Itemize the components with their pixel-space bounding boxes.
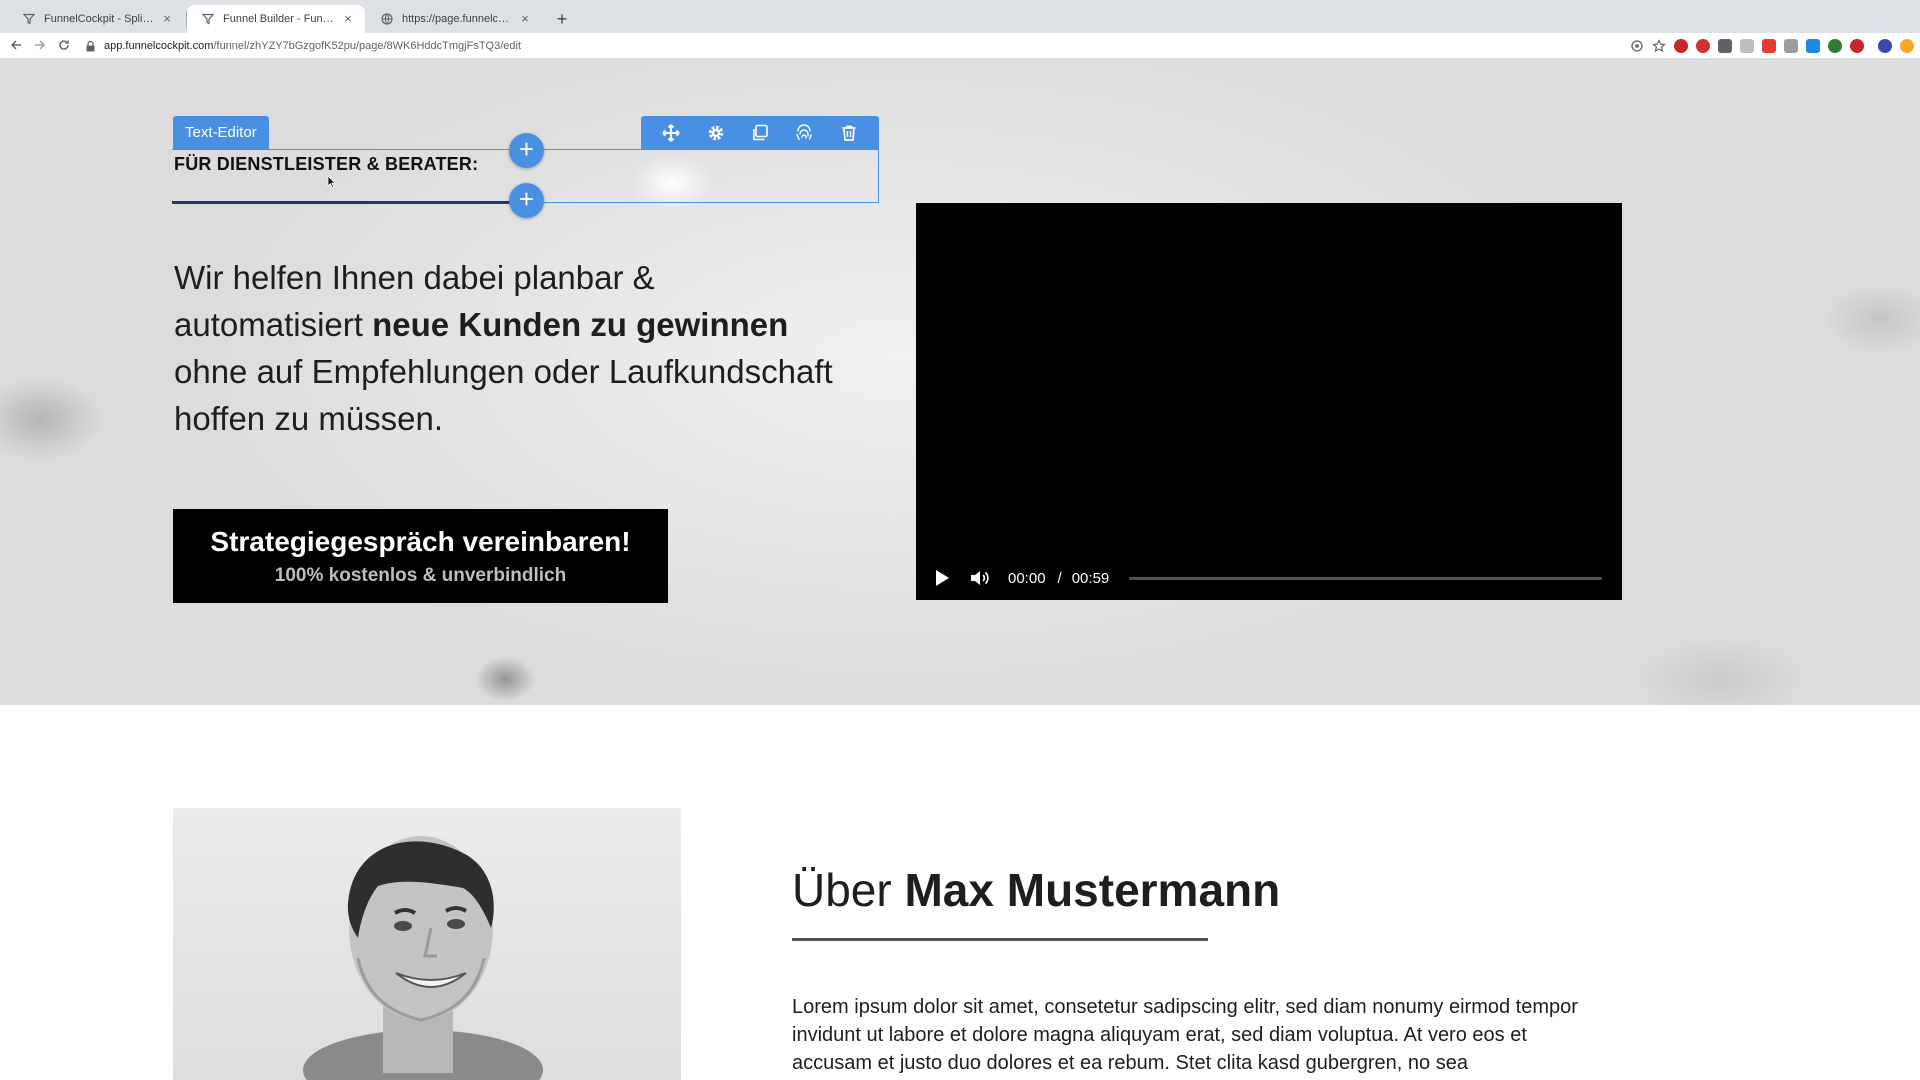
duplicate-button[interactable] [748, 121, 772, 145]
back-button[interactable] [7, 37, 25, 55]
extension-screen-icon[interactable] [1696, 39, 1710, 53]
profile-avatar[interactable] [1878, 39, 1892, 53]
hero-line-2: automatisiert [174, 306, 373, 343]
close-icon[interactable]: × [160, 12, 174, 26]
text-block-heading[interactable]: FÜR DIENSTLEISTER & BERATER: [174, 154, 478, 175]
reload-icon [59, 40, 69, 50]
copy-icon [753, 124, 768, 141]
element-toolbar [641, 116, 879, 150]
about-title[interactable]: Über Max Mustermann [792, 862, 1280, 918]
video-progress-bar[interactable] [1129, 576, 1602, 580]
move-icon [662, 124, 680, 142]
volume-button[interactable] [970, 569, 990, 587]
location-icon[interactable] [1630, 39, 1644, 53]
mouse-cursor-icon [327, 175, 336, 189]
move-button[interactable] [659, 121, 683, 145]
about-title-plain: Über [792, 864, 905, 916]
add-element-below-button[interactable]: + [509, 183, 544, 218]
extension-toolbar [1630, 37, 1914, 55]
hero-highlight: neue Kunden zu gewinnen [372, 306, 789, 343]
browser-tab-funnel-builder[interactable]: Funnel Builder - FunnelCockpit × [187, 5, 365, 33]
browser-tab-bar: FunnelCockpit - Splittests, Ma × Funnel … [0, 0, 1920, 33]
globe-icon [380, 12, 394, 26]
close-icon[interactable]: × [341, 12, 355, 26]
tab-title: Funnel Builder - FunnelCockpit [223, 13, 335, 25]
tab-title: FunnelCockpit - Splittests, Ma [44, 13, 154, 25]
extension-gray-icon[interactable] [1740, 39, 1754, 53]
hero-line-1: Wir helfen Ihnen dabei planbar & [174, 259, 655, 296]
browser-tab-page-preview[interactable]: https://page.funnelcockpit.com × [366, 5, 542, 33]
browser-address-bar: app.funnelcockpit.com /funnel/zhYZY7bGzg… [0, 33, 1920, 59]
reload-button[interactable] [55, 37, 73, 55]
url-field[interactable]: app.funnelcockpit.com /funnel/zhYZY7bGzg… [86, 36, 1606, 56]
lock-icon [86, 40, 96, 52]
hero-line-3: ohne auf Empfehlungen oder Laufkundschaf… [174, 353, 833, 390]
add-element-above-button[interactable]: + [509, 133, 544, 168]
hero-headline[interactable]: Wir helfen Ihnen dabei planbar & automat… [174, 254, 874, 442]
video-player[interactable]: 00:00 / 00:59 [916, 203, 1622, 600]
extension-iq-icon[interactable] [1806, 39, 1820, 53]
extension-grammarly-icon[interactable] [1828, 39, 1842, 53]
tab-title: https://page.funnelcockpit.com [402, 13, 512, 25]
video-duration: 00:59 [1071, 569, 1110, 587]
about-title-name: Max Mustermann [904, 864, 1281, 916]
new-tab-button[interactable]: + [551, 8, 573, 30]
text-editor-underline [172, 201, 517, 204]
portrait-image [303, 836, 543, 1080]
arrow-right-icon [35, 40, 46, 50]
video-time-separator: / [1057, 569, 1062, 587]
profile-photo [173, 808, 681, 1080]
fingerprint-button[interactable] [792, 121, 816, 145]
cta-sub-label: 100% kostenlos & unverbindlich [274, 565, 567, 586]
extension-facebook-icon[interactable] [1718, 39, 1732, 53]
play-icon [936, 570, 949, 586]
gear-icon [708, 125, 723, 141]
url-host: app.funnelcockpit.com [104, 40, 214, 52]
extension-badge-icon[interactable] [1850, 39, 1864, 53]
extension-cast-icon[interactable] [1784, 39, 1798, 53]
fingerprint-icon [796, 124, 813, 140]
arrow-left-icon [10, 40, 21, 50]
extension-red-icon[interactable] [1762, 39, 1776, 53]
funnel-icon [201, 12, 215, 26]
play-button[interactable] [934, 569, 952, 587]
close-icon[interactable]: × [518, 12, 532, 26]
text-editor-label[interactable]: Text-Editor [173, 116, 269, 149]
about-body-text[interactable]: Lorem ipsum dolor sit amet, consetetur s… [792, 993, 1592, 1077]
bookmark-star-icon[interactable] [1652, 39, 1666, 53]
trash-icon [842, 125, 856, 141]
cta-main-label: Strategiegespräch vereinbaren! [210, 526, 631, 557]
hero-line-4: hoffen zu müssen. [174, 400, 444, 437]
extension-record-icon[interactable] [1674, 39, 1688, 53]
cta-button[interactable]: Strategiegespräch vereinbaren! 100% kost… [173, 509, 668, 603]
about-divider [792, 938, 1208, 941]
video-controls: 00:00 / 00:59 [916, 556, 1622, 600]
volume-icon [971, 571, 989, 585]
delete-button[interactable] [837, 121, 861, 145]
video-current-time: 00:00 [1008, 569, 1046, 587]
settings-button[interactable] [704, 121, 728, 145]
forward-button[interactable] [31, 37, 49, 55]
extension-yellow-icon[interactable] [1900, 39, 1914, 53]
url-path: /funnel/zhYZY7bGzgofK52pu/page/8WK6HddcT… [213, 40, 522, 52]
funnel-icon [22, 12, 36, 26]
browser-tab-splittests[interactable]: FunnelCockpit - Splittests, Ma × [8, 5, 184, 33]
